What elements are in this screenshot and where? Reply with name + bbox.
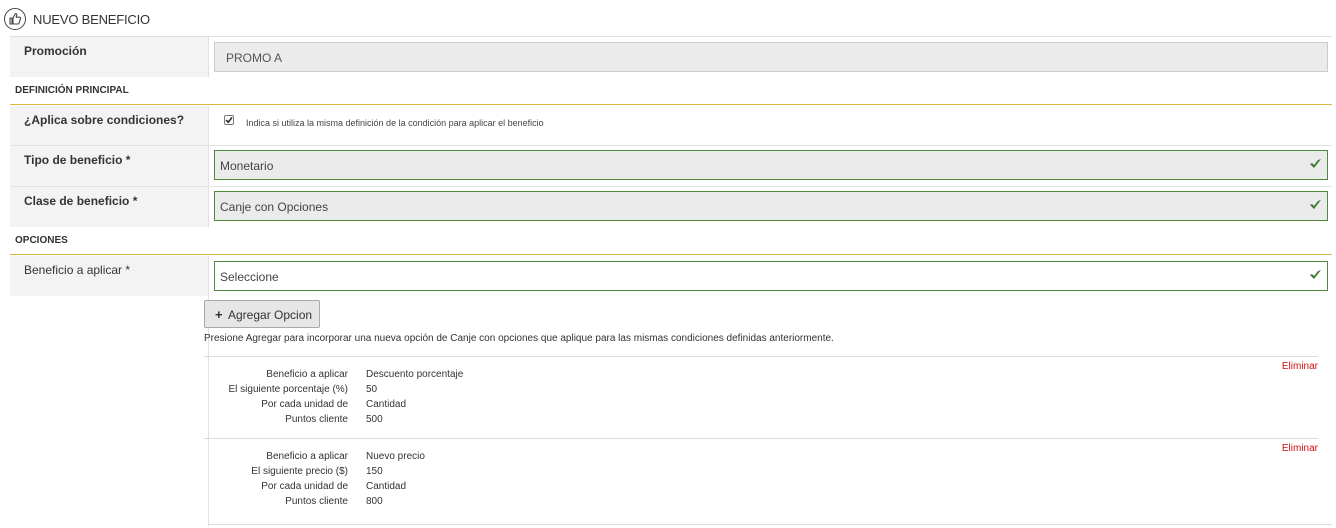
aplica-checkbox[interactable] xyxy=(224,115,234,125)
option-value: 800 xyxy=(366,496,383,507)
tipo-select[interactable]: Monetario xyxy=(214,150,1328,180)
page-header: NUEVO BENEFICIO xyxy=(0,0,1336,37)
clase-label: Clase de beneficio * xyxy=(10,187,208,227)
option-value: Descuento porcentaje xyxy=(366,369,464,380)
hint-text: Presione Agregar para incorporar una nue… xyxy=(204,333,834,344)
tipo-value: Monetario xyxy=(220,159,274,173)
option-key: Beneficio a aplicar xyxy=(266,369,348,380)
eliminar-link[interactable]: Eliminar xyxy=(1282,443,1318,454)
section-opciones: OPCIONES xyxy=(10,228,1332,255)
agregar-opcion-button[interactable]: + Agregar Opcion xyxy=(204,300,320,328)
option-divider xyxy=(204,356,1318,357)
section-divider xyxy=(10,254,1332,255)
option-card: Eliminar Beneficio a aplicar Descuento p… xyxy=(204,361,1318,431)
section-title: DEFINICIÓN PRINCIPAL xyxy=(15,85,129,96)
column-divider xyxy=(208,146,209,186)
option-value: Cantidad xyxy=(366,481,407,492)
option-value: 50 xyxy=(366,384,378,395)
promocion-row: Promoción PROMO A xyxy=(10,37,1332,77)
column-divider xyxy=(208,187,209,227)
option-value: 150 xyxy=(366,466,383,477)
column-divider xyxy=(208,106,209,145)
option-key: Puntos cliente xyxy=(285,496,348,507)
option-key: Por cada unidad de xyxy=(261,399,348,410)
option-key: El siguiente porcentaje (%) xyxy=(228,384,348,395)
option-key: El siguiente precio ($) xyxy=(251,466,348,477)
option-value: Cantidad xyxy=(366,399,407,410)
valid-check-icon xyxy=(1310,270,1321,279)
option-key: Por cada unidad de xyxy=(261,481,348,492)
aplica-label: ¿Aplica sobre condiciones? xyxy=(10,106,208,145)
promocion-field: PROMO A xyxy=(214,42,1328,72)
section-title: OPCIONES xyxy=(15,235,68,246)
option-card: Eliminar Beneficio a aplicar Nuevo preci… xyxy=(204,443,1318,513)
beneficio-label: Beneficio a aplicar * xyxy=(10,256,208,296)
valid-check-icon xyxy=(1310,200,1321,209)
clase-row: Clase de beneficio * Canje con Opciones xyxy=(10,187,1332,227)
section-divider xyxy=(10,104,1332,105)
valid-check-icon xyxy=(1310,159,1321,168)
thumbs-up-icon xyxy=(4,8,26,30)
eliminar-link[interactable]: Eliminar xyxy=(1282,361,1318,372)
column-divider xyxy=(208,37,209,77)
clase-select[interactable]: Canje con Opciones xyxy=(214,191,1328,221)
aplica-row: ¿Aplica sobre condiciones? Indica si uti… xyxy=(10,106,1332,146)
beneficio-select[interactable]: Seleccione xyxy=(214,261,1328,291)
divider xyxy=(208,524,1332,525)
option-value: Nuevo precio xyxy=(366,451,425,462)
plus-icon: + xyxy=(215,307,223,322)
agregar-opcion-label: Agregar Opcion xyxy=(228,308,313,322)
promocion-label: Promoción xyxy=(10,37,208,77)
option-key: Beneficio a aplicar xyxy=(266,451,348,462)
tipo-row: Tipo de beneficio * Monetario xyxy=(10,146,1332,187)
check-icon xyxy=(225,117,233,124)
option-key: Puntos cliente xyxy=(285,414,348,425)
option-divider xyxy=(204,438,1318,439)
aplica-help-text: Indica si utiliza la misma definición de… xyxy=(246,118,544,128)
page-title: NUEVO BENEFICIO xyxy=(33,12,150,27)
clase-value: Canje con Opciones xyxy=(220,200,329,214)
beneficio-value: Seleccione xyxy=(220,270,279,284)
section-definicion-principal: DEFINICIÓN PRINCIPAL xyxy=(10,78,1332,105)
option-value: 500 xyxy=(366,414,383,425)
tipo-label: Tipo de beneficio * xyxy=(10,146,208,186)
